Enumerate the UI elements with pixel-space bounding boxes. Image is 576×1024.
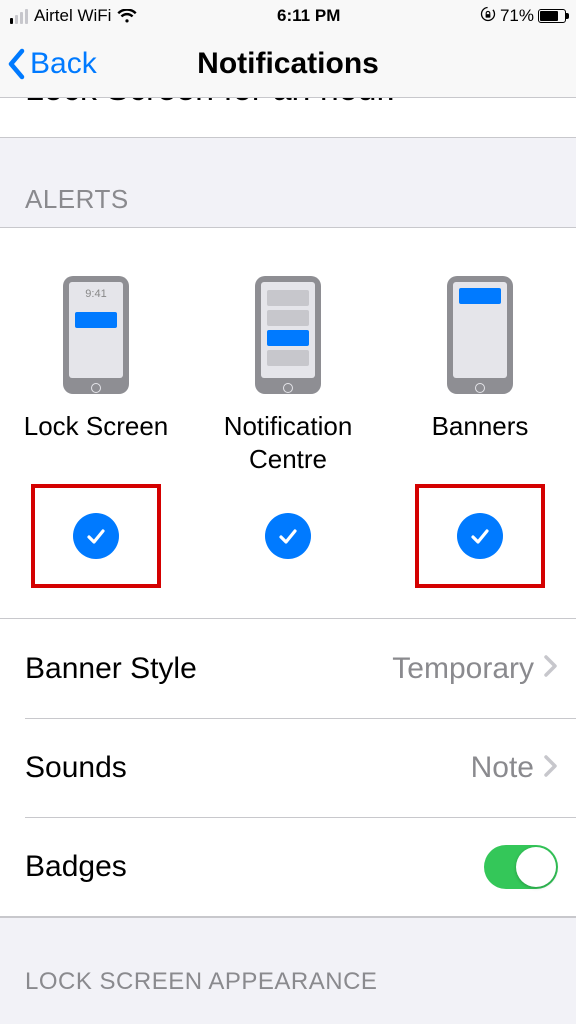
back-button[interactable]: Back — [0, 47, 97, 81]
alert-option-banners: Banners — [384, 276, 576, 588]
row-banner-style[interactable]: Banner Style Temporary — [25, 619, 576, 718]
alert-label-lock-screen: Lock Screen — [24, 410, 169, 476]
back-label: Back — [30, 47, 97, 81]
status-left: Airtel WiFi — [10, 6, 137, 26]
toggle-badges[interactable] — [484, 845, 558, 889]
row-label-badges: Badges — [25, 850, 127, 884]
alert-label-banners: Banners — [432, 410, 529, 476]
navigation-bar: Back Notifications — [0, 30, 576, 98]
phone-preview-lock-screen: 9:41 — [63, 276, 129, 394]
alert-option-lock-screen: 9:41 Lock Screen — [0, 276, 192, 588]
checkbox-lock-screen[interactable] — [73, 513, 119, 559]
section-header-lock-screen-appearance: LOCK SCREEN APPEARANCE — [0, 918, 576, 1008]
row-value-banner-style: Temporary — [392, 652, 534, 686]
check-icon — [276, 524, 300, 548]
row-value-sounds: Note — [471, 751, 534, 785]
previous-row-partial: Lock Screen for an hour. — [0, 98, 576, 138]
check-wrap-notification-centre — [223, 484, 353, 588]
row-sounds[interactable]: Sounds Note — [25, 718, 576, 817]
cellular-signal-icon — [10, 9, 28, 24]
section-header-alerts: ALERTS — [0, 138, 576, 227]
alert-label-notification-centre: Notification Centre — [224, 410, 353, 476]
highlight-box-lock-screen — [31, 484, 161, 588]
chevron-right-icon — [544, 654, 558, 683]
wifi-icon — [117, 9, 137, 24]
alerts-panel: 9:41 Lock Screen — [0, 227, 576, 918]
status-right: 71% — [480, 6, 566, 26]
phone-preview-notification-centre — [255, 276, 321, 394]
previous-row-text: Lock Screen for an hour. — [25, 98, 576, 109]
chevron-right-icon — [544, 754, 558, 783]
highlight-box-banners — [415, 484, 545, 588]
checkbox-banners[interactable] — [457, 513, 503, 559]
battery-percent: 71% — [500, 6, 534, 26]
check-icon — [84, 524, 108, 548]
checkbox-notification-centre[interactable] — [265, 513, 311, 559]
alert-option-notification-centre: Notification Centre — [192, 276, 384, 588]
carrier-label: Airtel WiFi — [34, 6, 111, 26]
row-label-banner-style: Banner Style — [25, 652, 197, 686]
check-icon — [468, 524, 492, 548]
status-bar: Airtel WiFi 6:11 PM 71% — [0, 0, 576, 30]
orientation-lock-icon — [480, 6, 496, 26]
status-time: 6:11 PM — [277, 6, 340, 26]
row-badges: Badges — [25, 817, 576, 916]
preview-clock: 9:41 — [69, 288, 123, 300]
page-title: Notifications — [197, 47, 379, 81]
phone-preview-banners — [447, 276, 513, 394]
content-scroll[interactable]: Lock Screen for an hour. ALERTS 9:41 Loc… — [0, 98, 576, 1008]
battery-icon — [538, 9, 566, 23]
row-label-sounds: Sounds — [25, 751, 127, 785]
chevron-left-icon — [6, 47, 28, 81]
